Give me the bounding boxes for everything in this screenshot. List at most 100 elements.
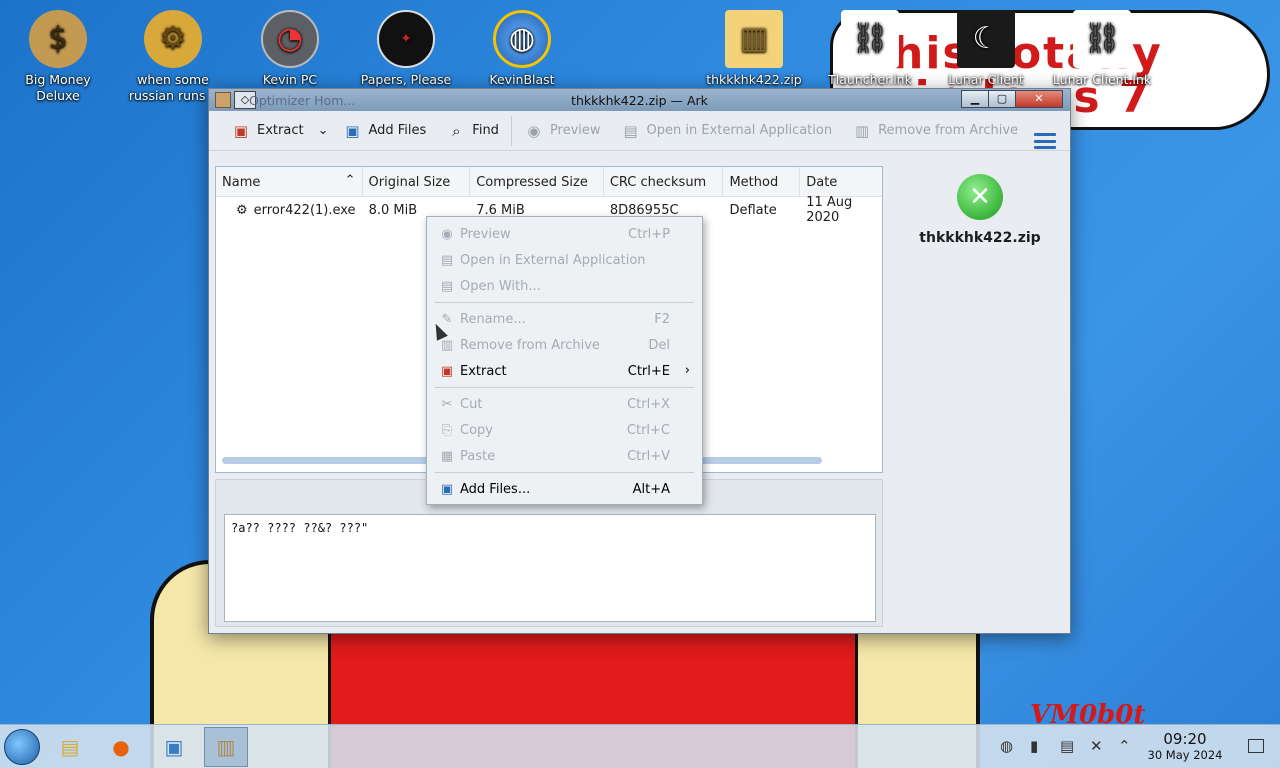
chevron-right-icon: › — [684, 363, 690, 378]
menu-item-copy[interactable]: ⎘ Copy Ctrl+C — [427, 417, 702, 443]
show-desktop-button[interactable] — [1248, 739, 1264, 753]
column-header-crc[interactable]: CRC checksum — [604, 167, 724, 196]
archive-tools-icon: ✕ — [957, 174, 1003, 220]
clock-date: 30 May 2024 — [1147, 748, 1223, 762]
window-title: thkkkhk422.zip — Ark — [571, 93, 708, 108]
menu-item-remove[interactable]: ▥ Remove from Archive Del — [427, 332, 702, 358]
network-icon[interactable]: ◍ — [1000, 737, 1013, 755]
main-toolbar: ▣ Extract ⌄ ▣ Add Files ⌕ Find ◉ Preview… — [209, 111, 1070, 151]
menu-separator — [435, 472, 694, 473]
money-bag-icon: $ — [29, 10, 87, 68]
cell-date: 11 Aug 2020 — [806, 195, 853, 225]
file-manager-icon[interactable]: ▤ — [48, 727, 92, 767]
column-header-compressed-size[interactable]: Compressed Size — [470, 167, 604, 196]
clipboard-icon[interactable]: ▤ — [1060, 737, 1074, 755]
preview-button[interactable]: ◉ Preview — [514, 116, 611, 146]
gauge-icon: ◔ — [261, 10, 319, 68]
minimize-button[interactable]: ▁ — [961, 90, 989, 108]
context-menu: ◉ Preview Ctrl+P ▤ Open in External Appl… — [426, 216, 703, 505]
cell-name: error422(1).exe — [253, 202, 356, 218]
hamburger-menu-icon[interactable] — [1034, 133, 1056, 149]
chevron-up-icon[interactable]: ⌃ — [1118, 737, 1131, 755]
system-settings-icon[interactable]: ▣ — [152, 727, 196, 767]
archive-info-panel: ✕ thkkkhk422.zip — [895, 166, 1065, 246]
open-external-button[interactable]: ▤ Open in External Application — [611, 116, 843, 146]
desktop-icon-lunar-client-lnk[interactable]: ⛓ Lunar Client.lnk — [1047, 10, 1157, 88]
desktop-icon-label: Lunar Client.lnk — [1052, 72, 1152, 87]
lunar-client-icon: ☾ — [957, 10, 1015, 68]
menu-item-cut[interactable]: ✂ Cut Ctrl+X — [427, 391, 702, 417]
find-label: Find — [472, 123, 499, 138]
remove-icon: ▥ — [440, 337, 454, 353]
desktop-icon-big-money-deluxe[interactable]: $ Big Money Deluxe — [3, 10, 113, 104]
menu-item-add-files[interactable]: ▣ Add Files... Alt+A — [427, 476, 702, 502]
desktop-icon-kevin-pc[interactable]: ◔ Kevin PC — [235, 10, 345, 88]
desktop-icon-lunar-client[interactable]: ☾ Lunar Client — [931, 10, 1041, 88]
menu-item-rename[interactable]: ✎ Rename... F2 — [427, 306, 702, 332]
executable-file-icon: ⚙ — [236, 202, 248, 218]
close-button[interactable]: ✕ — [1015, 90, 1063, 108]
copy-icon: ⎘ — [441, 422, 453, 438]
search-icon: ⌕ — [452, 121, 461, 140]
chevron-down-icon: ⌄ — [317, 123, 329, 138]
menu-item-paste[interactable]: ▦ Paste Ctrl+V — [427, 443, 702, 469]
desktop-icon-label: Tlauncher.lnk — [828, 72, 912, 87]
column-header-date[interactable]: Date — [800, 167, 882, 196]
preview-label: Preview — [549, 123, 601, 138]
add-files-icon: ▣ — [345, 121, 360, 140]
extract-label: Extract — [257, 123, 304, 138]
remove-from-archive-button[interactable]: ▥ Remove from Archive — [842, 116, 1028, 146]
column-header-method[interactable]: Method — [723, 167, 801, 196]
clock-time: 09:20 — [1163, 730, 1207, 748]
desktop-icon-papers-please[interactable]: ✦ Papers, Please — [351, 10, 461, 88]
extract-icon: ▣ — [440, 363, 454, 379]
comment-textarea[interactable]: ?a?? ???? ??&? ???" — [224, 514, 876, 622]
updates-icon[interactable]: ▮ — [1030, 737, 1038, 755]
clock[interactable]: 09:20 30 May 2024 — [1140, 730, 1230, 762]
start-button[interactable] — [4, 729, 40, 765]
menu-separator — [435, 302, 694, 303]
desktop-icon-label: Kevin PC — [262, 72, 318, 87]
remove-icon: ▥ — [855, 121, 870, 140]
file-list-header: Name ⌃ Original Size Compressed Size CRC… — [216, 167, 882, 197]
menu-item-open-with[interactable]: ▤ Open With... — [427, 273, 702, 299]
menu-item-preview[interactable]: ◉ Preview Ctrl+P — [427, 221, 702, 247]
desktop-icon-label: Papers, Please — [360, 72, 452, 87]
globe-icon: ◍ — [493, 10, 551, 68]
extract-icon: ▣ — [233, 121, 249, 140]
column-header-original-size[interactable]: Original Size — [363, 167, 471, 196]
maximize-button[interactable]: ▢ — [988, 90, 1016, 108]
find-button[interactable]: ⌕ Find — [436, 116, 509, 146]
desktop-icon-zip[interactable]: ▥ thkkkhk422.zip — [699, 10, 809, 88]
desktop-icon-label: Big Money Deluxe — [25, 72, 91, 103]
open-external-icon: ▤ — [440, 252, 454, 268]
ark-taskbar-icon[interactable]: ▥ — [204, 727, 248, 767]
firefox-icon[interactable]: ● — [99, 727, 143, 767]
extract-button[interactable]: ▣ Extract — [221, 116, 314, 146]
volume-muted-icon[interactable]: ✕ — [1090, 737, 1103, 755]
column-header-name[interactable]: Name ⌃ — [216, 167, 363, 196]
toolbar-separator — [510, 115, 512, 146]
preview-icon: ◉ — [527, 121, 541, 140]
extract-dropdown-button[interactable]: ⌄ — [314, 116, 333, 146]
link-icon: ⛓ — [1073, 10, 1131, 68]
menu-item-open-external[interactable]: ▤ Open in External Application — [427, 247, 702, 273]
menu-separator — [435, 387, 694, 388]
paste-icon: ▦ — [440, 448, 454, 464]
window-titlebar[interactable]: ◇ Optimizer Hom... thkkkhk422.zip — Ark … — [209, 89, 1070, 111]
add-files-label: Add Files — [368, 123, 427, 138]
preview-icon: ◉ — [441, 226, 453, 242]
link-icon: ⛓ — [841, 10, 899, 68]
open-external-icon: ▤ — [623, 121, 638, 140]
add-files-button[interactable]: ▣ Add Files — [332, 116, 436, 146]
remove-label: Remove from Archive — [878, 123, 1019, 138]
archive-name: thkkkhk422.zip — [919, 230, 1041, 246]
desktop-icon-label: Lunar Client — [948, 72, 1024, 87]
sort-ascending-icon: ⌃ — [344, 173, 356, 188]
desktop-icon-label: thkkkhk422.zip — [706, 72, 802, 87]
cut-icon: ✂ — [441, 396, 453, 412]
open-with-icon: ▤ — [440, 278, 454, 294]
zip-folder-icon: ▥ — [725, 10, 783, 68]
menu-item-extract[interactable]: ▣ Extract Ctrl+E › — [427, 358, 702, 384]
desktop-icon-tlauncher[interactable]: ⛓ Tlauncher.lnk — [815, 10, 925, 88]
